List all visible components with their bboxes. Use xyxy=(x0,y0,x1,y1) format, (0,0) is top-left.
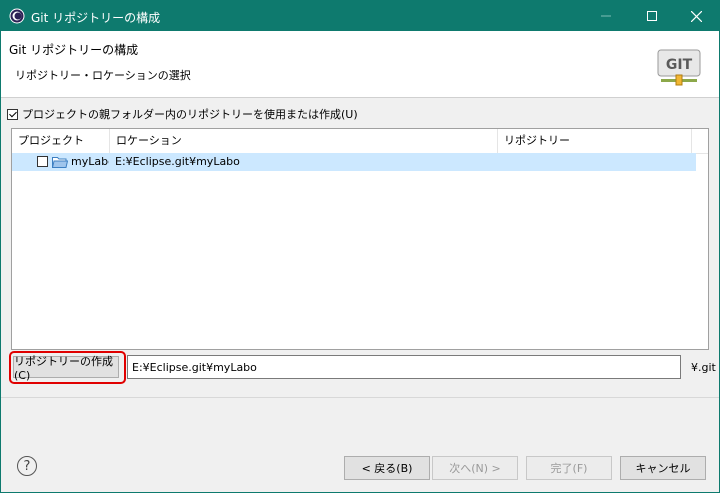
cancel-button[interactable]: キャンセル xyxy=(620,456,706,480)
window-title: Git リポジトリーの構成 xyxy=(31,11,161,25)
minimize-button[interactable] xyxy=(583,1,629,31)
row-location: E:¥Eclipse.git¥myLabo xyxy=(115,155,240,168)
help-icon[interactable]: ? xyxy=(17,456,37,476)
close-icon xyxy=(690,10,702,22)
use-parent-folder-option[interactable]: プロジェクトの親フォルダー内のリポジトリーを使用または作成(U) xyxy=(7,106,358,122)
git-logo-icon: GIT xyxy=(657,49,701,86)
finish-button[interactable]: 完了(F) xyxy=(526,456,612,480)
eclipse-icon xyxy=(9,8,25,24)
open-folder-icon xyxy=(52,157,68,168)
project-table: プロジェクト ロケーション リポジトリー myLabo E:¥Eclipse.g… xyxy=(11,128,709,350)
minimize-icon xyxy=(601,15,611,17)
table-row[interactable]: myLabo E:¥Eclipse.git¥myLabo xyxy=(12,153,696,171)
dialog-window: Git リポジトリーの構成 Git リポジトリーの構成 リポジトリー・ロケーショ… xyxy=(0,0,720,493)
table-header: プロジェクト ロケーション リポジトリー xyxy=(12,129,708,154)
use-parent-folder-checkbox[interactable] xyxy=(7,108,18,120)
page-subtitle: リポジトリー・ロケーションの選択 xyxy=(15,69,191,82)
repository-path-input[interactable] xyxy=(127,355,681,379)
use-parent-folder-label: プロジェクトの親フォルダー内のリポジトリーを使用または作成(U) xyxy=(22,108,358,121)
git-suffix-label: ¥.git xyxy=(691,361,716,374)
column-header-location[interactable]: ロケーション xyxy=(110,129,498,153)
back-button[interactable]: < 戻る(B) xyxy=(344,456,430,480)
git-logo-text: GIT xyxy=(666,57,693,73)
dialog-header: Git リポジトリーの構成 リポジトリー・ロケーションの選択 GIT xyxy=(1,31,719,98)
maximize-icon xyxy=(647,11,657,21)
next-button[interactable]: 次へ(N) > xyxy=(432,456,518,480)
footer-divider xyxy=(1,397,719,398)
column-header-project[interactable]: プロジェクト xyxy=(12,129,110,153)
row-project-name: myLabo xyxy=(71,155,109,168)
row-checkbox[interactable] xyxy=(37,156,48,167)
create-repository-button[interactable]: リポジトリーの作成(C) xyxy=(13,355,119,382)
title-bar[interactable]: Git リポジトリーの構成 xyxy=(1,1,719,31)
maximize-button[interactable] xyxy=(629,1,675,31)
column-header-repository[interactable]: リポジトリー xyxy=(498,129,692,153)
close-button[interactable] xyxy=(673,1,719,31)
page-title: Git リポジトリーの構成 xyxy=(9,43,139,57)
